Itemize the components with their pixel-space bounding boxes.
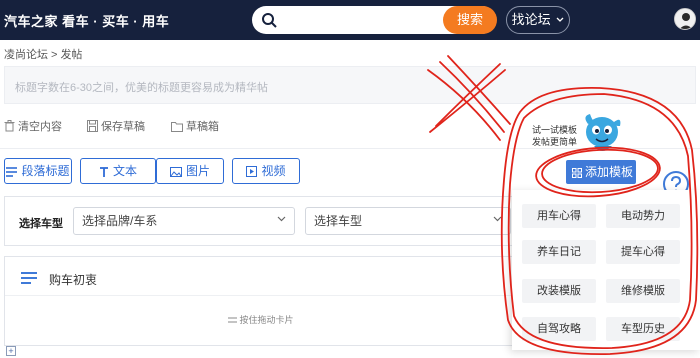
drag-hint[interactable]: 按住拖动卡片 [5, 313, 517, 326]
breadcrumb-separator: > [51, 49, 58, 61]
folder-icon [171, 122, 183, 132]
insert-video-label: 视频 [261, 164, 286, 178]
template-item[interactable]: 改装模版 [522, 279, 596, 303]
search-icon [262, 13, 277, 28]
card-title: 购车初衷 [49, 273, 98, 287]
insert-video-button[interactable]: 视频 [232, 158, 300, 184]
chevron-down-icon [493, 216, 502, 222]
clear-content-button[interactable]: 清空内容 [4, 118, 62, 134]
model-select[interactable]: 选择车型 [305, 207, 511, 235]
insert-paragraph-title-button[interactable]: 段落标题 [4, 158, 72, 184]
add-template-label: 添加模板 [585, 165, 634, 179]
breadcrumb-forum-link[interactable]: 凌尚论坛 [4, 49, 48, 61]
user-avatar[interactable] [674, 8, 696, 30]
find-forum-button[interactable]: 找论坛 [506, 6, 570, 34]
logo-slogan: 看车 · 买车 · 用车 [62, 14, 170, 29]
video-icon [246, 166, 258, 177]
template-item[interactable]: 维修模版 [606, 279, 680, 303]
search-button[interactable]: 搜索 [443, 6, 497, 34]
paragraph-icon [6, 167, 18, 177]
add-card-button[interactable]: + [6, 346, 16, 356]
save-icon [87, 120, 98, 132]
clear-content-label: 清空内容 [18, 121, 62, 133]
drafts-label: 草稿箱 [186, 121, 219, 133]
drag-handle-icon [228, 317, 238, 323]
brand-series-placeholder: 选择品牌/车系 [82, 214, 158, 228]
insert-text-button[interactable]: 文本 [80, 158, 156, 184]
vehicle-select-area: 选择车型 选择品牌/车系 选择车型 [4, 196, 516, 246]
site-logo[interactable]: 汽车之家 看车 · 买车 · 用车 [4, 11, 169, 30]
find-forum-label: 找论坛 [511, 12, 551, 27]
insert-image-button[interactable]: 图片 [156, 158, 224, 184]
brand-series-select[interactable]: 选择品牌/车系 [73, 207, 295, 235]
template-item[interactable]: 车型历史 [606, 317, 680, 341]
add-template-button[interactable]: 添加模板 [566, 160, 636, 184]
model-placeholder: 选择车型 [314, 214, 363, 228]
template-item[interactable]: 电动势力 [606, 204, 680, 228]
breadcrumb-current: 发帖 [60, 49, 83, 61]
chevron-down-icon [556, 17, 564, 22]
drafts-button[interactable]: 草稿箱 [171, 118, 219, 134]
vehicle-select-label: 选择车型 [19, 218, 63, 230]
template-item[interactable]: 养车日记 [522, 240, 596, 264]
insert-image-label: 图片 [185, 164, 210, 178]
post-title-placeholder: 标题字数在6-30之间，优美的标题更容易成为精华帖 [15, 82, 269, 94]
chevron-down-icon [277, 216, 286, 222]
template-item[interactable]: 用车心得 [522, 204, 596, 228]
grid-icon [572, 168, 582, 178]
insert-text-label: 文本 [112, 164, 137, 178]
template-item[interactable]: 提车心得 [606, 240, 680, 264]
user-icon [675, 9, 695, 29]
save-draft-button[interactable]: 保存草稿 [87, 118, 145, 134]
template-tip-line1: 试一试模板 [532, 125, 578, 135]
breadcrumb: 凌尚论坛 > 发帖 [4, 46, 82, 62]
trash-icon [4, 120, 15, 132]
paragraph-icon [21, 272, 37, 284]
template-item[interactable]: 自驾攻略 [522, 317, 596, 341]
save-draft-label: 保存草稿 [101, 121, 145, 133]
mascot-icon [585, 114, 621, 151]
template-tip-line2: 发帖更简单 [532, 137, 578, 147]
post-title-input[interactable]: 标题字数在6-30之间，优美的标题更容易成为精华帖 [4, 66, 696, 104]
template-panel: 用车心得 电动势力 养车日记 提车心得 改装模版 维修模版 自驾攻略 车型历史 [512, 190, 700, 350]
content-card[interactable]: 购车初衷 按住拖动卡片 [4, 256, 517, 346]
drag-hint-label: 按住拖动卡片 [239, 315, 294, 325]
top-navigation-bar: 汽车之家 看车 · 买车 · 用车 搜索 找论坛 [0, 0, 700, 40]
image-icon [169, 167, 182, 177]
card-divider [5, 295, 517, 296]
template-tip: 试一试模板 发帖更简单 [532, 124, 577, 148]
logo-brand: 汽车之家 [4, 14, 59, 29]
insert-paragraph-title-label: 段落标题 [21, 164, 70, 178]
text-icon [99, 167, 108, 177]
